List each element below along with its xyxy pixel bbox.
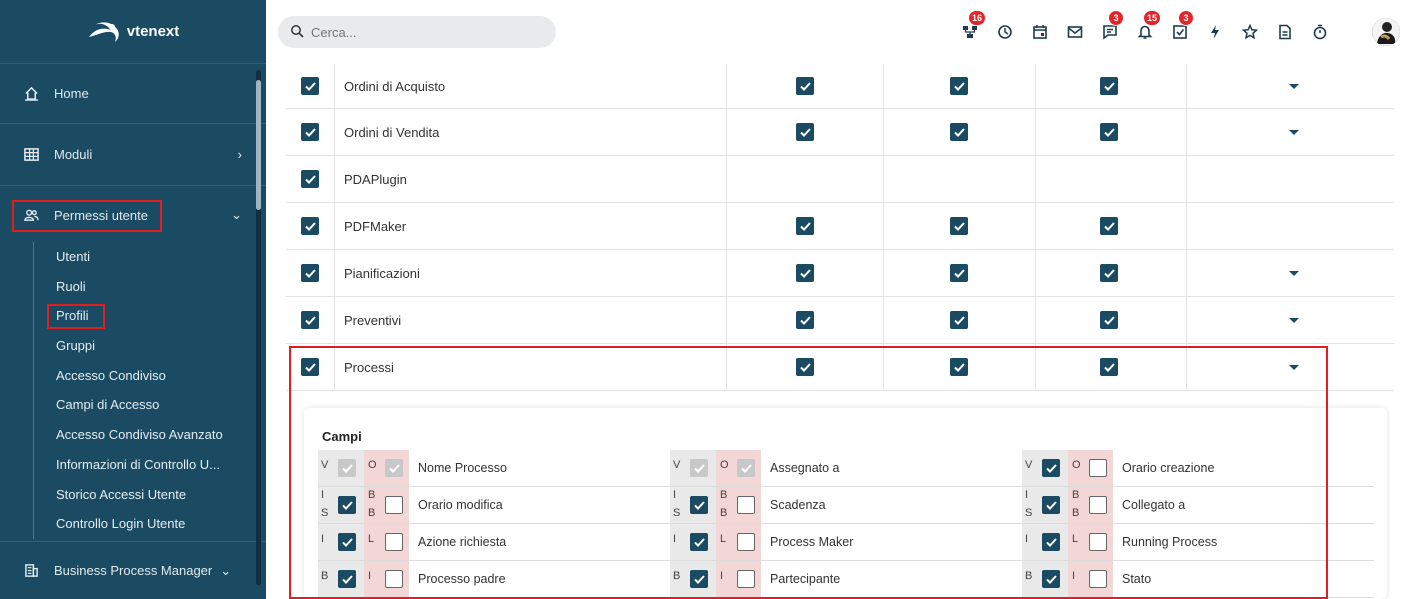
chevron-down-icon[interactable] [1289, 317, 1299, 323]
sidebar-subitem-controllo-login[interactable]: Controllo Login Utente [34, 509, 253, 539]
lightning-icon[interactable] [1197, 20, 1232, 44]
topbar: 16 3 15 3 [266, 0, 1411, 64]
sidebar-item-moduli[interactable]: Moduli › [0, 124, 266, 186]
sidebar-subitem-gruppi[interactable]: Gruppi [34, 331, 253, 361]
permission-checkbox[interactable] [1100, 77, 1118, 95]
search-box[interactable] [278, 16, 556, 48]
brand-name: vtenext [126, 23, 180, 40]
permission-checkbox[interactable] [1100, 123, 1118, 141]
permission-checkbox[interactable] [950, 77, 968, 95]
table-row: Ordini di Acquisto [286, 64, 1394, 109]
highlight-box [12, 200, 162, 232]
permission-checkbox[interactable] [796, 217, 814, 235]
module-checkbox[interactable] [301, 217, 319, 235]
module-name: Preventivi [344, 312, 402, 328]
chevron-down-icon[interactable] [1289, 270, 1299, 276]
notification-badge: 16 [968, 10, 987, 26]
sidebar: vtenext Home Moduli › Permessi utente ⌄ … [0, 0, 266, 599]
permission-checkbox[interactable] [1100, 264, 1118, 282]
permission-checkbox[interactable] [796, 311, 814, 329]
table-row: Ordini di Vendita [286, 109, 1394, 156]
sidebar-subitem-ruoli[interactable]: Ruoli [34, 272, 253, 302]
module-name: PDFMaker [344, 218, 407, 234]
chevron-down-icon[interactable] [1289, 83, 1299, 89]
module-name: PDAPlugin [344, 171, 407, 187]
permission-checkbox[interactable] [950, 264, 968, 282]
table-row: PDFMaker [286, 203, 1394, 250]
notification-badge: 3 [1178, 10, 1194, 26]
sidebar-submenu: Utenti Ruoli Profili Gruppi Accesso Cond… [33, 242, 253, 539]
sidebar-subitem-accesso-condiviso[interactable]: Accesso Condiviso [34, 361, 253, 391]
processes-icon[interactable]: 16 [952, 10, 987, 44]
table-row: Pianificazioni [286, 250, 1394, 297]
sidebar-subitem-profili[interactable]: Profili [34, 301, 253, 331]
sidebar-subitem-utenti[interactable]: Utenti [34, 242, 253, 272]
sidebar-item-label: Home [54, 86, 89, 101]
tasks-icon[interactable]: 3 [1162, 10, 1197, 44]
star-icon[interactable] [1232, 20, 1267, 44]
module-checkbox[interactable] [301, 311, 319, 329]
permission-checkbox[interactable] [796, 77, 814, 95]
sidebar-subitem-campi-di-accesso[interactable]: Campi di Accesso [34, 390, 253, 420]
sidebar-subitem-accesso-condiviso-avanzato[interactable]: Accesso Condiviso Avanzato [34, 420, 253, 450]
history-icon[interactable] [987, 20, 1022, 44]
sidebar-item-label: Business Process Manager [54, 563, 213, 578]
module-name: Ordini di Vendita [344, 124, 440, 140]
highlight-box [47, 304, 105, 330]
sidebar-item-business-process-manager[interactable]: Business Process Manager ⌄ [0, 541, 266, 599]
permission-checkbox[interactable] [796, 264, 814, 282]
module-checkbox[interactable] [301, 170, 319, 188]
permission-checkbox[interactable] [1100, 217, 1118, 235]
chat-icon[interactable]: 3 [1092, 10, 1127, 44]
sidebar-item-home[interactable]: Home [0, 64, 266, 124]
permission-checkbox[interactable] [796, 123, 814, 141]
vtenext-logo-icon [87, 19, 121, 45]
search-input[interactable] [311, 24, 531, 40]
search-icon [290, 24, 311, 41]
chevron-down-icon: ⌄ [220, 562, 232, 578]
user-avatar[interactable] [1372, 18, 1400, 46]
table-row: Preventivi [286, 297, 1394, 344]
sidebar-subitem-informazioni-controllo[interactable]: Informazioni di Controllo U... [34, 450, 253, 480]
module-name: Pianificazioni [344, 265, 420, 281]
table-row: PDAPlugin [286, 156, 1394, 203]
permission-checkbox[interactable] [950, 217, 968, 235]
chevron-down-icon: ⌄ [231, 207, 242, 222]
module-checkbox[interactable] [301, 123, 319, 141]
permission-checkbox[interactable] [1100, 311, 1118, 329]
sidebar-scroll-thumb[interactable] [256, 80, 261, 210]
timer-icon[interactable] [1302, 20, 1337, 44]
toolbar-icons: 16 3 15 3 [952, 10, 1337, 44]
module-checkbox[interactable] [301, 264, 319, 282]
calendar-icon[interactable] [1022, 20, 1057, 44]
bell-icon[interactable]: 15 [1127, 10, 1162, 44]
grid-icon [22, 147, 40, 163]
permission-checkbox[interactable] [950, 311, 968, 329]
notification-badge: 3 [1108, 10, 1124, 26]
building-icon [22, 563, 40, 579]
module-checkbox[interactable] [301, 77, 319, 95]
document-icon[interactable] [1267, 20, 1302, 44]
notification-badge: 15 [1143, 10, 1162, 26]
module-name: Ordini di Acquisto [344, 78, 446, 94]
sidebar-item-permessi-utente[interactable]: Permessi utente ⌄ [0, 186, 266, 244]
sidebar-subitem-storico-accessi[interactable]: Storico Accessi Utente [34, 480, 253, 510]
brand-logo[interactable]: vtenext [0, 0, 266, 64]
chevron-right-icon: › [237, 147, 242, 162]
mail-icon[interactable] [1057, 20, 1092, 44]
highlight-box [289, 346, 1328, 599]
home-icon [22, 86, 40, 102]
permission-checkbox[interactable] [950, 123, 968, 141]
sidebar-item-label: Moduli [54, 147, 93, 162]
chevron-down-icon[interactable] [1289, 129, 1299, 135]
